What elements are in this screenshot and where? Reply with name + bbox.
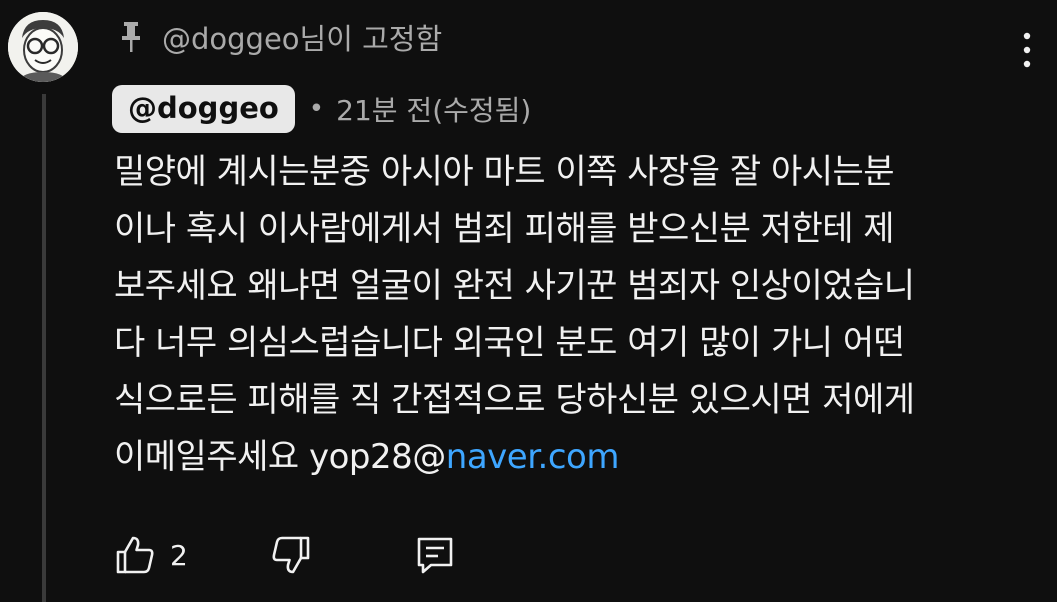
comment-time[interactable]: 21분 전(수정됨): [336, 89, 531, 129]
more-vert-icon: [1023, 32, 1031, 68]
thumbs-down-icon: [272, 536, 310, 574]
like-button[interactable]: 2: [114, 534, 188, 576]
reply-icon: [417, 537, 453, 574]
pin-icon: [118, 20, 144, 54]
like-count: 2: [170, 538, 188, 572]
thread-line: [42, 94, 46, 602]
comment-actions: 2: [114, 530, 456, 580]
more-options-button[interactable]: [1012, 28, 1042, 72]
reply-button[interactable]: [414, 534, 456, 576]
avatar-face-icon: [8, 12, 78, 82]
meta-separator: •: [308, 94, 325, 124]
comment-body: 밀양에 계시는분중 아시아 마트 이쪽 사장을 잘 아시는분 이나 혹시 이사람…: [114, 144, 1044, 486]
avatar[interactable]: [8, 12, 78, 82]
comment-meta: @doggeo • 21분 전(수정됨): [112, 84, 531, 134]
dislike-button[interactable]: [270, 534, 312, 576]
email-link[interactable]: naver.com: [446, 437, 620, 477]
thumbs-up-icon: [116, 536, 154, 574]
comment-body-text: 밀양에 계시는분중 아시아 마트 이쪽 사장을 잘 아시는분 이나 혹시 이사람…: [114, 152, 915, 477]
pinned-label: @doggeo님이 고정함: [118, 16, 442, 58]
pinned-comment: @doggeo님이 고정함 @doggeo • 21분 전(수정됨) 밀양에 계…: [0, 0, 1057, 602]
pinned-text: @doggeo님이 고정함: [162, 22, 443, 56]
author-chip[interactable]: @doggeo: [112, 85, 295, 133]
